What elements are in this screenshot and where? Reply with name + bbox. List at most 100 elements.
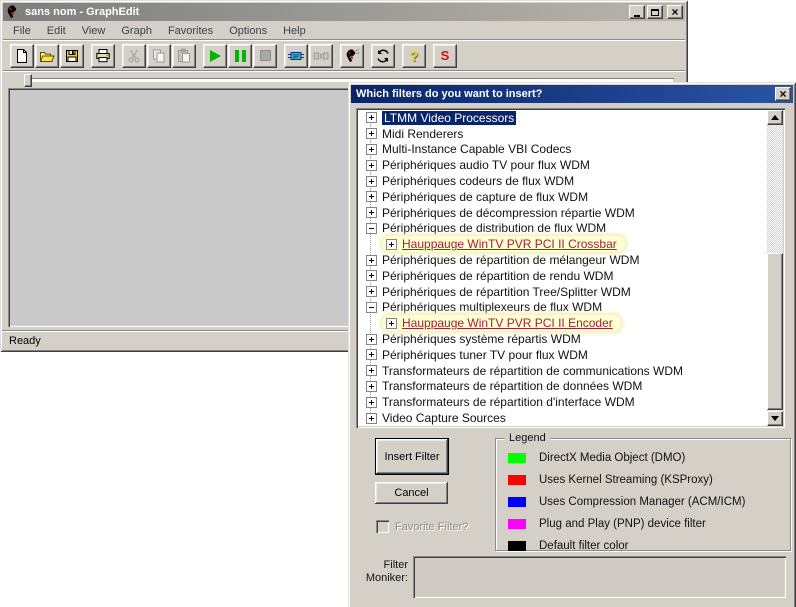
refresh-button[interactable] xyxy=(371,44,395,68)
tree-row[interactable]: Transformateurs de répartition d'interfa… xyxy=(358,394,751,410)
collapse-minus-icon[interactable] xyxy=(366,302,377,313)
legend-groupbox: Legend DirectX Media Object (DMO)Uses Ke… xyxy=(495,438,791,551)
disconnect-button[interactable] xyxy=(309,44,333,68)
dialog-titlebar[interactable]: Which filters do you want to insert? × xyxy=(351,85,793,103)
help-button[interactable]: ? xyxy=(402,44,426,68)
legend-title: Legend xyxy=(505,432,550,444)
tree-row[interactable]: Transformateurs de répartition de commun… xyxy=(358,363,751,379)
tree-item-label: LTMM Video Processors xyxy=(382,111,516,125)
maximize-button[interactable] xyxy=(647,5,663,19)
legend-item: Uses Compression Manager (ACM/ICM) xyxy=(508,496,745,507)
minimize-button[interactable] xyxy=(629,5,645,19)
close-button[interactable]: × xyxy=(667,5,683,19)
menu-item-view[interactable]: View xyxy=(74,25,114,37)
expand-plus-icon[interactable] xyxy=(366,397,377,408)
expand-plus-icon[interactable] xyxy=(366,207,377,218)
tree-row[interactable]: Périphériques tuner TV pour flux WDM xyxy=(358,347,751,363)
favorite-filter-label: Favorite Filter? xyxy=(395,521,468,533)
favorite-filter-checkbox[interactable] xyxy=(376,520,389,533)
graphedit-logo-button[interactable] xyxy=(340,44,364,68)
scrollbar-thumb[interactable] xyxy=(767,253,783,410)
tree-row[interactable]: Périphériques audio TV pour flux WDM xyxy=(358,157,751,173)
graphedit-titlebar[interactable]: sans nom - GraphEdit × xyxy=(3,3,685,21)
menu-item-graph[interactable]: Graph xyxy=(113,25,160,37)
menu-item-favorites[interactable]: Favorites xyxy=(160,25,221,37)
menu-item-edit[interactable]: Edit xyxy=(39,25,74,37)
expand-plus-icon[interactable] xyxy=(366,144,377,155)
expand-plus-icon[interactable] xyxy=(366,381,377,392)
expand-plus-icon[interactable] xyxy=(366,191,377,202)
cut-button[interactable] xyxy=(122,44,146,68)
tree-row[interactable]: Hauppauge WinTV PVR PCI II Crossbar xyxy=(358,236,751,252)
new-button[interactable] xyxy=(10,44,34,68)
tree-row[interactable]: Périphériques de répartition Tree/Splitt… xyxy=(358,284,751,300)
expand-plus-icon[interactable] xyxy=(366,112,377,123)
expand-plus-icon[interactable] xyxy=(366,349,377,360)
tree-row[interactable]: Périphériques de répartition de rendu WD… xyxy=(358,268,751,284)
tree-row[interactable]: Midi Renderers xyxy=(358,126,751,142)
tree-item-label: Périphériques de répartition de mélangeu… xyxy=(382,253,639,267)
paste-button[interactable] xyxy=(172,44,196,68)
tree-row[interactable]: Périphériques de décompression répartie … xyxy=(358,205,751,221)
tree-item-label: Périphériques de répartition Tree/Splitt… xyxy=(382,285,631,299)
menu-item-file[interactable]: File xyxy=(5,25,39,37)
vertical-scrollbar[interactable] xyxy=(767,110,783,426)
scroll-up-button[interactable] xyxy=(767,110,783,125)
insert-filter-button[interactable]: Insert Filter xyxy=(375,438,449,475)
pause-button[interactable] xyxy=(228,44,252,68)
print-button[interactable] xyxy=(91,44,115,68)
tree-item-label: Transformateurs de répartition de donnée… xyxy=(382,379,642,393)
expand-plus-icon[interactable] xyxy=(366,365,377,376)
open-button[interactable] xyxy=(35,44,59,68)
tree-row[interactable]: Périphériques système répartis WDM xyxy=(358,331,751,347)
graphedit-app-icon xyxy=(5,4,21,20)
menu-item-help[interactable]: Help xyxy=(275,25,314,37)
expand-plus-icon[interactable] xyxy=(386,318,397,329)
tree-row[interactable]: Périphériques codeurs de flux WDM xyxy=(358,173,751,189)
tree-item-label: Transformateurs de répartition de commun… xyxy=(382,364,683,378)
expand-plus-icon[interactable] xyxy=(366,334,377,345)
stop-button[interactable] xyxy=(253,44,277,68)
tree-item-label: Video Capture Sources xyxy=(382,411,506,425)
tree-item-label: Multi-Instance Capable VBI Codecs xyxy=(382,142,571,156)
filter-moniker-input[interactable] xyxy=(413,556,786,598)
legend-item-label: Uses Compression Manager (ACM/ICM) xyxy=(539,496,745,508)
tree-row[interactable]: Hauppauge WinTV PVR PCI II Encoder xyxy=(358,315,751,331)
expand-plus-icon[interactable] xyxy=(366,286,377,297)
legend-items: DirectX Media Object (DMO)Uses Kernel St… xyxy=(508,452,745,551)
tree-row[interactable]: Périphériques de distribution de flux WD… xyxy=(358,221,751,237)
expand-plus-icon[interactable] xyxy=(366,176,377,187)
open-icon xyxy=(39,48,55,64)
expand-plus-icon[interactable] xyxy=(366,255,377,266)
insert-filter-box-button[interactable] xyxy=(284,44,308,68)
trackbar-thumb[interactable] xyxy=(24,74,32,87)
expand-plus-icon[interactable] xyxy=(366,270,377,281)
tree-row[interactable]: Video Capture Sources xyxy=(358,410,751,426)
collapse-minus-icon[interactable] xyxy=(366,223,377,234)
expand-plus-icon[interactable] xyxy=(386,239,397,250)
tree-row[interactable]: Périphériques de capture de flux WDM xyxy=(358,189,751,205)
maximize-icon xyxy=(651,9,659,16)
tree-row[interactable]: LTMM Video Processors xyxy=(358,110,751,126)
save-button[interactable] xyxy=(60,44,84,68)
expand-plus-icon[interactable] xyxy=(366,413,377,424)
scroll-down-button[interactable] xyxy=(767,411,783,426)
legend-color-swatch xyxy=(508,453,526,463)
menu-item-options[interactable]: Options xyxy=(221,25,275,37)
play-icon xyxy=(207,48,223,64)
tree-row[interactable]: Transformateurs de répartition de donnée… xyxy=(358,379,751,395)
tree-row[interactable]: Périphériques de répartition de mélangeu… xyxy=(358,252,751,268)
copy-button[interactable] xyxy=(147,44,171,68)
tree-row[interactable]: Multi-Instance Capable VBI Codecs xyxy=(358,142,751,158)
s-register-button[interactable]: S xyxy=(433,44,457,68)
tree-item-label: Périphériques tuner TV pour flux WDM xyxy=(382,348,588,362)
expand-plus-icon[interactable] xyxy=(366,128,377,139)
tree-item-label: Périphériques audio TV pour flux WDM xyxy=(382,158,590,172)
expand-plus-icon[interactable] xyxy=(366,160,377,171)
scroll-down-icon xyxy=(771,416,779,421)
dialog-close-button[interactable]: × xyxy=(775,87,791,101)
play-button[interactable] xyxy=(203,44,227,68)
cancel-button[interactable]: Cancel xyxy=(375,482,448,504)
toolbar: ?S xyxy=(3,42,685,69)
tree-row[interactable]: Périphériques multiplexeurs de flux WDM xyxy=(358,300,751,316)
